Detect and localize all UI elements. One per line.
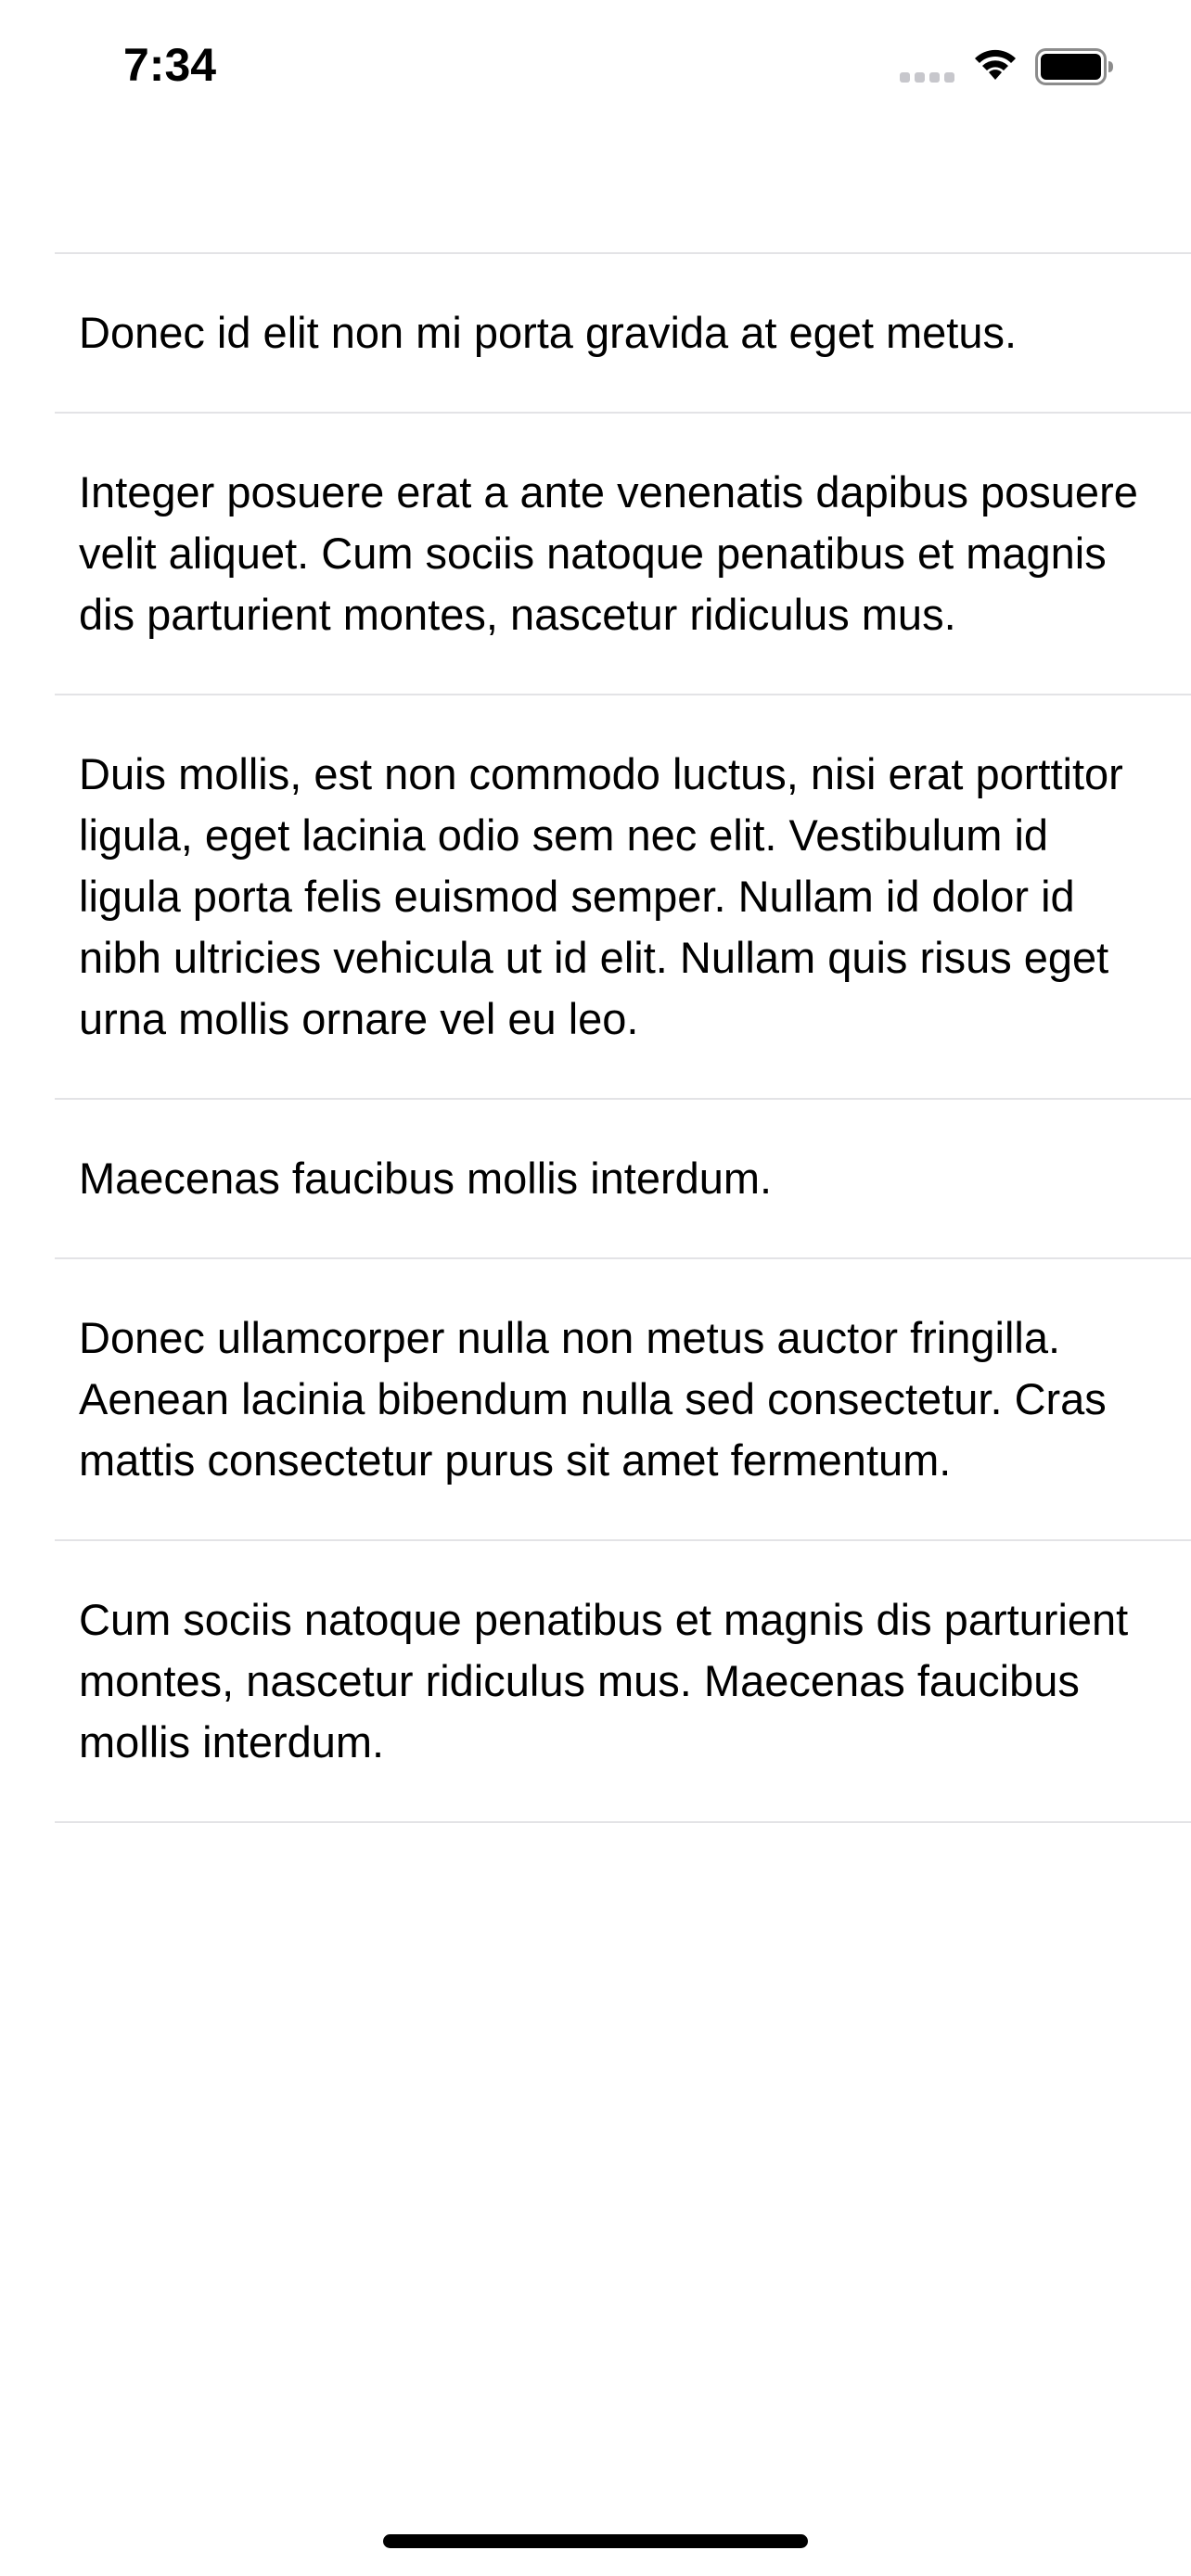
cellular-signal-icon <box>900 72 955 83</box>
list-item[interactable]: Cum sociis natoque penatibus et magnis d… <box>0 1541 1191 1821</box>
status-time: 7:34 <box>123 39 217 91</box>
text-list: Donec id elit non mi porta gravida at eg… <box>0 252 1191 1823</box>
battery-icon <box>1035 48 1115 85</box>
wifi-icon <box>972 45 1018 82</box>
list-item[interactable]: Maecenas faucibus mollis interdum. <box>0 1100 1191 1257</box>
list-item[interactable]: Donec ullamcorper nulla non metus auctor… <box>0 1259 1191 1539</box>
row-separator <box>55 1821 1191 1823</box>
list-item[interactable]: Donec id elit non mi porta gravida at eg… <box>0 254 1191 412</box>
home-indicator[interactable] <box>383 2534 808 2548</box>
list-item[interactable]: Integer posuere erat a ante venenatis da… <box>0 414 1191 694</box>
list-item[interactable]: Duis mollis, est non commodo luctus, nis… <box>0 695 1191 1098</box>
status-bar: 7:34 <box>0 0 1191 130</box>
